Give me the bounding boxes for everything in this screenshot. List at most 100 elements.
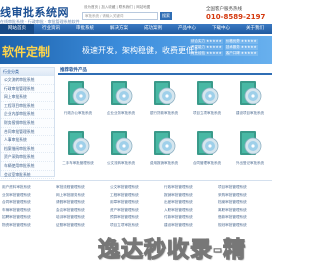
system-link[interactable]: 请假审批管理系统 bbox=[55, 199, 109, 207]
sidebar-item[interactable]: 档案借阅审批系统 bbox=[1, 145, 54, 154]
system-link[interactable]: 公文审批管理系统 bbox=[109, 184, 163, 192]
sidebar-item[interactable]: 工程项目审批系统 bbox=[1, 102, 54, 111]
system-link[interactable]: 审批流程管理系统 bbox=[55, 184, 109, 192]
product-name[interactable]: 行政办公审批系统 bbox=[58, 111, 98, 116]
software-box-icon bbox=[238, 129, 262, 159]
product-card[interactable]: 建设项目审批系统 bbox=[230, 79, 270, 125]
software-box-icon bbox=[109, 79, 133, 109]
product-card[interactable]: 费用报销审批系统 bbox=[144, 129, 184, 175]
system-link[interactable]: 培训审批管理系统 bbox=[55, 214, 109, 222]
software-box-icon bbox=[109, 129, 133, 159]
sidebar-title: 行业分类 bbox=[1, 68, 54, 76]
top-links[interactable]: 设为首页 | 加入收藏 | 联系我们 | 网站地图 bbox=[84, 5, 150, 10]
product-name[interactable]: 费用报销审批系统 bbox=[144, 161, 184, 166]
system-link[interactable]: 预算审批管理系统 bbox=[109, 214, 163, 222]
product-card[interactable]: 项目立项审批系统 bbox=[187, 79, 227, 125]
sidebar-item[interactable]: 财务报销审批系统 bbox=[1, 119, 54, 128]
system-link[interactable]: 入职审批管理系统 bbox=[163, 207, 217, 215]
system-link[interactable]: 用户资料审批系统 bbox=[1, 184, 55, 192]
system-link[interactable]: 车辆审批管理系统 bbox=[1, 207, 55, 215]
site-logo[interactable]: 线审批系统网 bbox=[0, 4, 69, 20]
page: 线审批系统网 在线审批系统 · 行政审批 · 审批管理系统软件 设为首页 | 加… bbox=[0, 0, 272, 267]
system-link[interactable]: 规划审批管理系统 bbox=[217, 222, 271, 230]
recommended-products: 推荐软件产品 行政办公审批系统 企业业务审批系统 银行贷款审批系统 项目立项审批系统建… bbox=[58, 67, 272, 177]
product-card[interactable]: 银行贷款审批系统 bbox=[144, 79, 184, 125]
banner-stat: 价格优势 ★★★★★ bbox=[224, 39, 258, 44]
product-name[interactable]: 建设项目审批系统 bbox=[230, 111, 270, 116]
product-name[interactable]: 项目立项审批系统 bbox=[187, 111, 227, 116]
banner-stat: 客户口碑 ★★★★★ bbox=[224, 51, 258, 56]
software-box-icon bbox=[152, 79, 176, 109]
software-box-icon bbox=[195, 79, 219, 109]
product-card[interactable]: 外出登记审批系统 bbox=[230, 129, 270, 175]
system-link[interactable]: 证照审批管理系统 bbox=[55, 222, 109, 230]
system-link[interactable]: 项目立项审批系统 bbox=[109, 222, 163, 230]
banner-stat: 行业经验 ★★★★★ bbox=[190, 51, 223, 56]
system-link[interactable]: 业务审批管理系统 bbox=[1, 192, 55, 200]
system-link[interactable]: 项目审批管理系统 bbox=[217, 184, 271, 192]
nav-item-about[interactable]: 关于我们 bbox=[238, 24, 272, 34]
product-card[interactable]: 公文流转审批系统 bbox=[101, 129, 141, 175]
hotline-label: 全国客户服务热线 bbox=[206, 7, 242, 12]
system-link[interactable]: 报销审批管理系统 bbox=[163, 192, 217, 200]
system-link[interactable]: 付款审批管理系统 bbox=[163, 214, 217, 222]
products-title: 推荐软件产品 bbox=[58, 67, 272, 75]
system-link[interactable]: 用章审批管理系统 bbox=[109, 199, 163, 207]
system-link[interactable]: 建设审批管理系统 bbox=[163, 222, 217, 230]
system-link[interactable]: 合同审批管理系统 bbox=[1, 199, 55, 207]
product-name[interactable]: 银行贷款审批系统 bbox=[144, 111, 184, 116]
banner-stat: 技术服务 ★★★★★ bbox=[224, 45, 258, 50]
sidebar-item[interactable]: 会议室审批系统 bbox=[1, 171, 54, 180]
nav-item-approval[interactable]: 审批系统 bbox=[68, 24, 102, 34]
nav-item-cases[interactable]: 成功案例 bbox=[136, 24, 170, 34]
sidebar-item[interactable]: 企业内部审批系统 bbox=[1, 110, 54, 119]
system-link[interactable]: 网上审批服务系统 bbox=[55, 192, 109, 200]
system-link[interactable]: 工程审批管理系统 bbox=[109, 192, 163, 200]
promo-banner[interactable]: 软件定制 极速开发，架构稳健，收费更低！ 综合实力 ★★★★★ 价格优势 ★★★… bbox=[0, 36, 272, 64]
system-link[interactable]: 资产审批管理系统 bbox=[109, 207, 163, 215]
system-link[interactable]: 借款审批管理系统 bbox=[217, 214, 271, 222]
software-box-icon bbox=[152, 129, 176, 159]
product-name[interactable]: 合同管理审批系统 bbox=[187, 161, 227, 166]
product-name[interactable]: 外出登记审批系统 bbox=[230, 161, 270, 166]
sidebar-item[interactable]: 网上审批系统 bbox=[1, 93, 54, 102]
product-card[interactable]: 二手车审批管理系统 bbox=[58, 129, 98, 175]
system-link[interactable]: 档案审批管理系统 bbox=[217, 199, 271, 207]
sidebar-item[interactable]: 行政审批管理系统 bbox=[1, 85, 54, 94]
product-card[interactable]: 合同管理审批系统 bbox=[187, 129, 227, 175]
system-link[interactable]: 招聘审批管理系统 bbox=[1, 214, 55, 222]
product-grid: 行政办公审批系统 企业业务审批系统 银行贷款审批系统 项目立项审批系统 建设项目审批系统… bbox=[58, 79, 272, 175]
system-link[interactable]: 采购审批管理系统 bbox=[217, 192, 271, 200]
software-box-icon bbox=[195, 129, 219, 159]
nav-item-products[interactable]: 产品中心 bbox=[170, 24, 204, 34]
sidebar-item[interactable]: 公文流转审批系统 bbox=[1, 76, 54, 85]
software-box-icon bbox=[66, 129, 90, 159]
search-button[interactable]: 搜索 bbox=[160, 12, 172, 20]
software-box-icon bbox=[66, 79, 90, 109]
sidebar-item[interactable]: 人事审批系统 bbox=[1, 136, 54, 145]
sidebar-item[interactable]: 合同审批管理系统 bbox=[1, 128, 54, 137]
banner-title: 软件定制 bbox=[2, 45, 51, 59]
system-link[interactable]: 离职审批管理系统 bbox=[217, 207, 271, 215]
banner-stat: 开发能力 ★★★★★ bbox=[190, 45, 223, 50]
product-card[interactable]: 行政办公审批系统 bbox=[58, 79, 98, 125]
system-link[interactable]: 出差审批管理系统 bbox=[163, 199, 217, 207]
nav-item-home[interactable]: 网站首页 bbox=[0, 24, 34, 34]
product-name[interactable]: 企业业务审批系统 bbox=[101, 111, 141, 116]
sidebar-item[interactable]: 资产采购审批系统 bbox=[1, 153, 54, 162]
banner-slogan: 极速开发，架构稳健，收费更低！ bbox=[82, 46, 202, 55]
system-link[interactable]: 物资审批管理系统 bbox=[1, 222, 55, 230]
system-link[interactable]: 行政审批管理系统 bbox=[163, 184, 217, 192]
product-name[interactable]: 二手车审批管理系统 bbox=[58, 161, 98, 166]
product-card[interactable]: 企业业务审批系统 bbox=[101, 79, 141, 125]
nav-item-download[interactable]: 下载中心 bbox=[204, 24, 238, 34]
nav-item-news[interactable]: 行业资讯 bbox=[34, 24, 68, 34]
nav-item-solutions[interactable]: 解决方案 bbox=[102, 24, 136, 34]
sidebar-item[interactable]: 车辆使用审批系统 bbox=[1, 162, 54, 171]
hotline-number: 010-8589-2197 bbox=[206, 13, 266, 21]
system-link[interactable]: 会议审批管理系统 bbox=[55, 207, 109, 215]
watermark-text: 逸达秒收录-精 bbox=[97, 237, 247, 263]
product-name[interactable]: 公文流转审批系统 bbox=[101, 161, 141, 166]
search-input[interactable]: 审批系统 / 请输入关键词 bbox=[82, 12, 158, 20]
links-grid: 用户资料审批系统 审批流程管理系统 公文审批管理系统 行政审批管理系统 项目审批管理系统… bbox=[0, 181, 272, 230]
